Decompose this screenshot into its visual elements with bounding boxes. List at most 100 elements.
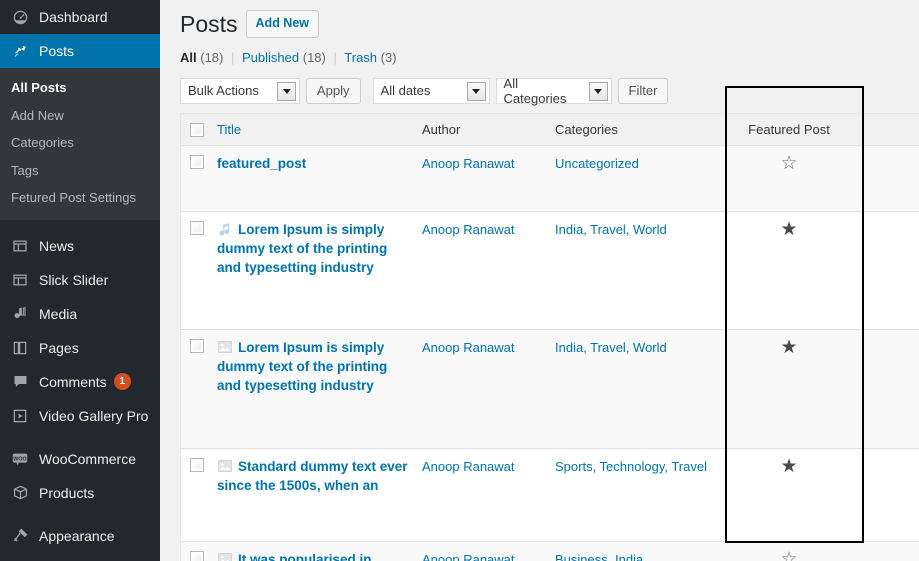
sidebar-item-label: Posts xyxy=(39,43,75,59)
sidebar-item-comments[interactable]: Comments 1 xyxy=(0,365,160,399)
row-featured-cell: ★ xyxy=(720,212,858,329)
row-featured-cell: ★ xyxy=(720,330,858,448)
row-author-cell: Anoop Ranawat xyxy=(422,146,555,211)
add-new-button[interactable]: Add New xyxy=(245,10,320,38)
row-checkbox[interactable] xyxy=(190,221,204,236)
row-spacer-cell xyxy=(858,330,919,448)
sidebar-item-media[interactable]: Media xyxy=(0,297,160,331)
wp-admin-screen: Dashboard Posts All Posts Add New Catego… xyxy=(0,0,919,561)
status-link-all[interactable]: All xyxy=(180,50,197,65)
row-select-cell[interactable] xyxy=(181,212,217,329)
audio-icon xyxy=(217,221,233,237)
category-links[interactable]: India, Travel, World xyxy=(555,222,667,237)
status-link-trash[interactable]: Trash xyxy=(344,50,377,65)
submenu-label: Add New xyxy=(11,107,64,123)
sidebar-item-dashboard[interactable]: Dashboard xyxy=(0,0,160,34)
column-header-author: Author xyxy=(422,114,555,145)
post-title-link[interactable]: featured_post xyxy=(217,156,306,171)
row-checkbox[interactable] xyxy=(190,458,204,473)
sidebar-item-products[interactable]: Products xyxy=(0,476,160,510)
submenu-item-all-posts[interactable]: All Posts xyxy=(0,74,160,102)
featured-star-toggle[interactable]: ★ xyxy=(780,220,797,239)
table-row: Standard dummy text ever since the 1500s… xyxy=(181,449,919,543)
featured-star-toggle[interactable]: ☆ xyxy=(780,550,797,561)
chevron-down-icon[interactable] xyxy=(277,81,296,101)
column-header-title[interactable]: Title xyxy=(217,114,422,145)
page-title: Posts xyxy=(180,10,238,37)
author-link[interactable]: Anoop Ranawat xyxy=(422,459,515,474)
submenu-label: Tags xyxy=(11,162,39,178)
pages-icon xyxy=(10,338,30,358)
sidebar-item-posts[interactable]: Posts xyxy=(0,34,160,68)
featured-star-toggle[interactable]: ☆ xyxy=(780,154,797,173)
author-link[interactable]: Anoop Ranawat xyxy=(422,222,515,237)
row-categories-cell: Uncategorized xyxy=(555,146,720,211)
post-title-link[interactable]: It was popularised in xyxy=(238,552,372,561)
post-title-link[interactable]: Lorem Ipsum is simply dummy text of the … xyxy=(217,340,387,393)
gallery-icon xyxy=(217,339,233,355)
author-link[interactable]: Anoop Ranawat xyxy=(422,340,515,355)
filter-button[interactable]: Filter xyxy=(617,77,669,104)
select-all-cell[interactable] xyxy=(181,114,217,145)
category-links[interactable]: Business, India, Technology xyxy=(555,552,647,561)
row-categories-cell: India, Travel, World xyxy=(555,330,720,448)
row-select-cell[interactable] xyxy=(181,542,217,561)
menu-separator xyxy=(0,220,160,229)
bulk-actions-select[interactable]: Bulk Actions xyxy=(180,77,300,104)
post-title-link[interactable]: Standard dummy text ever since the 1500s… xyxy=(217,459,408,493)
submenu-item-categories[interactable]: Categories xyxy=(0,129,160,157)
row-select-cell[interactable] xyxy=(181,330,217,448)
row-featured-cell: ☆ xyxy=(720,542,858,561)
status-count-trash: (3) xyxy=(380,50,397,65)
status-separator: | xyxy=(231,50,235,65)
row-select-cell[interactable] xyxy=(181,449,217,541)
sidebar-item-video-gallery-pro[interactable]: Video Gallery Pro xyxy=(0,399,160,433)
column-header-featured-post: Featured Post xyxy=(720,114,858,145)
bulk-actions-value: Bulk Actions xyxy=(188,83,259,99)
sidebar-item-label: News xyxy=(39,237,75,254)
sidebar-item-appearance[interactable]: Appearance xyxy=(0,519,160,553)
row-spacer-cell xyxy=(858,542,919,561)
row-author-cell: Anoop Ranawat xyxy=(422,449,555,541)
author-link[interactable]: Anoop Ranawat xyxy=(422,552,515,561)
row-categories-cell: India, Travel, World xyxy=(555,212,720,329)
post-title-link[interactable]: Lorem Ipsum is simply dummy text of the … xyxy=(217,222,387,275)
sidebar-item-woocommerce[interactable]: WOO WooCommerce xyxy=(0,442,160,476)
sidebar-item-news[interactable]: News xyxy=(0,229,160,263)
status-count-published: (18) xyxy=(302,50,326,65)
filter-label: Filter xyxy=(628,83,658,99)
sidebar-item-pages[interactable]: Pages xyxy=(0,331,160,365)
row-checkbox[interactable] xyxy=(190,551,204,561)
category-links[interactable]: India, Travel, World xyxy=(555,340,667,355)
all-dates-select[interactable]: All dates xyxy=(372,77,490,104)
submenu-item-add-new[interactable]: Add New xyxy=(0,102,160,130)
chevron-down-icon[interactable] xyxy=(466,81,486,101)
chevron-down-icon[interactable] xyxy=(588,81,608,101)
row-checkbox[interactable] xyxy=(190,339,204,354)
submenu-item-tags[interactable]: Tags xyxy=(0,157,160,185)
sidebar-item-slick-slider[interactable]: Slick Slider xyxy=(0,263,160,297)
svg-text:WOO: WOO xyxy=(13,456,26,462)
row-author-cell: Anoop Ranawat xyxy=(422,542,555,561)
pin-icon xyxy=(10,41,30,61)
apply-button[interactable]: Apply xyxy=(306,77,361,104)
submenu-item-featured-post-settings[interactable]: Fetured Post Settings xyxy=(0,184,160,212)
featured-star-toggle[interactable]: ★ xyxy=(780,457,797,476)
featured-star-toggle[interactable]: ★ xyxy=(780,338,797,357)
menu-separator xyxy=(0,433,160,442)
posts-table: Title Author Categories Featured Post fe… xyxy=(180,113,919,561)
admin-content: Posts Add New All (18) | Published (18) … xyxy=(160,0,919,561)
category-links[interactable]: Uncategorized xyxy=(555,156,639,171)
author-link[interactable]: Anoop Ranawat xyxy=(422,156,515,171)
all-categories-select[interactable]: All Categories xyxy=(495,76,612,106)
table-row: Lorem Ipsum is simply dummy text of the … xyxy=(181,330,919,450)
column-label: Categories xyxy=(555,122,618,138)
row-select-cell[interactable] xyxy=(181,146,217,211)
category-links[interactable]: Sports, Technology, Travel xyxy=(555,459,707,474)
select-all-checkbox[interactable] xyxy=(190,123,204,138)
status-link-published[interactable]: Published xyxy=(242,50,299,65)
row-checkbox[interactable] xyxy=(190,155,204,170)
row-author-cell: Anoop Ranawat xyxy=(422,330,555,448)
table-header-row: Title Author Categories Featured Post xyxy=(181,114,919,147)
column-header-categories: Categories xyxy=(555,114,720,145)
